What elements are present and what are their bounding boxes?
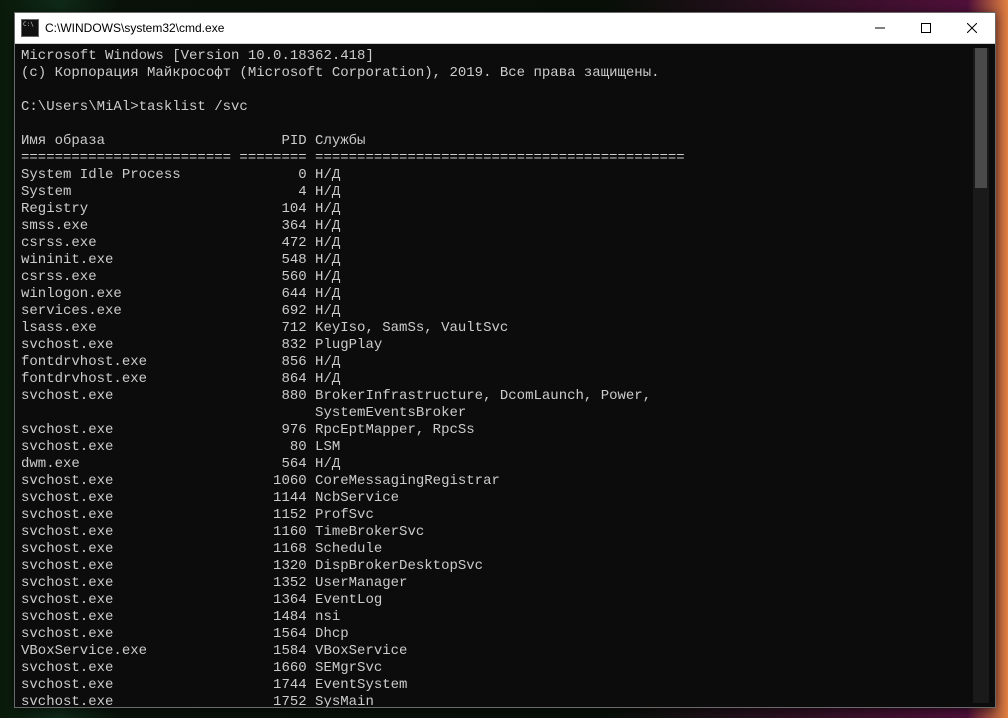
- process-row: svchost.exe 976 RpcEptMapper, RpcSs: [21, 422, 973, 439]
- process-row: smss.exe 364 Н/Д: [21, 218, 973, 235]
- process-row: svchost.exe 832 PlugPlay: [21, 337, 973, 354]
- process-row-continuation: SystemEventsBroker: [21, 405, 973, 422]
- process-row: lsass.exe 712 KeyIso, SamSs, VaultSvc: [21, 320, 973, 337]
- scrollbar-thumb[interactable]: [975, 48, 987, 188]
- process-row: svchost.exe 1060 CoreMessagingRegistrar: [21, 473, 973, 490]
- close-icon: [967, 23, 977, 33]
- process-row: svchost.exe 1744 EventSystem: [21, 677, 973, 694]
- blank-line: [21, 116, 973, 133]
- process-row: csrss.exe 560 Н/Д: [21, 269, 973, 286]
- banner-line: Microsoft Windows [Version 10.0.18362.41…: [21, 48, 973, 65]
- process-row: svchost.exe 1752 SysMain: [21, 694, 973, 707]
- titlebar-left: C:\WINDOWS\system32\cmd.exe: [15, 19, 224, 37]
- terminal-body[interactable]: Microsoft Windows [Version 10.0.18362.41…: [15, 44, 995, 707]
- prompt-line: C:\Users\MiAl>tasklist /svc: [21, 99, 973, 116]
- process-row: svchost.exe 1660 SEMgrSvc: [21, 660, 973, 677]
- process-row: svchost.exe 1564 Dhcp: [21, 626, 973, 643]
- maximize-icon: [921, 23, 931, 33]
- process-row: dwm.exe 564 Н/Д: [21, 456, 973, 473]
- process-row: svchost.exe 1160 TimeBrokerSvc: [21, 524, 973, 541]
- blank-line: [21, 82, 973, 99]
- process-row: fontdrvhost.exe 856 Н/Д: [21, 354, 973, 371]
- close-button[interactable]: [949, 13, 995, 43]
- minimize-icon: [875, 23, 885, 33]
- terminal-output: Microsoft Windows [Version 10.0.18362.41…: [21, 48, 973, 703]
- process-row: svchost.exe 1352 UserManager: [21, 575, 973, 592]
- column-headers: Имя образа PID Службы: [21, 133, 973, 150]
- process-row: winlogon.exe 644 Н/Д: [21, 286, 973, 303]
- process-row: Registry 104 Н/Д: [21, 201, 973, 218]
- process-row: svchost.exe 1484 nsi: [21, 609, 973, 626]
- process-row: svchost.exe 1168 Schedule: [21, 541, 973, 558]
- cmd-window: C:\WINDOWS\system32\cmd.exe Microsoft Wi…: [14, 12, 996, 708]
- process-row: System 4 Н/Д: [21, 184, 973, 201]
- process-row: System Idle Process 0 Н/Д: [21, 167, 973, 184]
- process-row: wininit.exe 548 Н/Д: [21, 252, 973, 269]
- window-title: C:\WINDOWS\system32\cmd.exe: [45, 21, 224, 35]
- process-row: svchost.exe 1320 DispBrokerDesktopSvc: [21, 558, 973, 575]
- process-row: services.exe 692 Н/Д: [21, 303, 973, 320]
- vertical-scrollbar[interactable]: [973, 48, 989, 703]
- copyright-line: (c) Корпорация Майкрософт (Microsoft Cor…: [21, 65, 973, 82]
- process-row: svchost.exe 880 BrokerInfrastructure, Dc…: [21, 388, 973, 405]
- process-row: svchost.exe 1152 ProfSvc: [21, 507, 973, 524]
- minimize-button[interactable]: [857, 13, 903, 43]
- cmd-icon: [21, 19, 39, 37]
- process-row: csrss.exe 472 Н/Д: [21, 235, 973, 252]
- process-row: svchost.exe 80 LSM: [21, 439, 973, 456]
- process-row: VBoxService.exe 1584 VBoxService: [21, 643, 973, 660]
- desktop-background: C:\WINDOWS\system32\cmd.exe Microsoft Wi…: [0, 0, 1008, 718]
- maximize-button[interactable]: [903, 13, 949, 43]
- separator-line: ========================= ======== =====…: [21, 150, 973, 167]
- process-row: svchost.exe 1364 EventLog: [21, 592, 973, 609]
- process-row: fontdrvhost.exe 864 Н/Д: [21, 371, 973, 388]
- window-titlebar[interactable]: C:\WINDOWS\system32\cmd.exe: [15, 13, 995, 44]
- process-row: svchost.exe 1144 NcbService: [21, 490, 973, 507]
- window-controls: [857, 13, 995, 43]
